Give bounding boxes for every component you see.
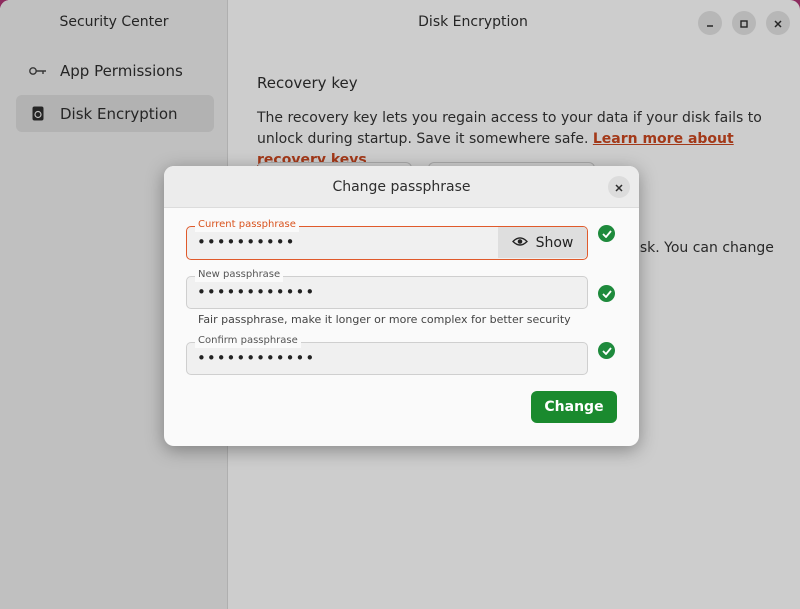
checkmark-icon — [598, 285, 615, 302]
change-passphrase-dialog: Change passphrase Current passphrase •••… — [164, 166, 639, 446]
show-label: Show — [535, 234, 574, 251]
field-value: •••••••••••• — [197, 349, 316, 367]
field-label: New passphrase — [195, 268, 284, 282]
new-passphrase-field[interactable]: New passphrase •••••••••••• — [186, 268, 588, 309]
change-button[interactable]: Change — [531, 391, 617, 423]
show-passphrase-button[interactable]: Show — [498, 227, 587, 258]
dialog-close-button[interactable] — [608, 176, 630, 198]
close-icon — [614, 178, 624, 197]
eye-icon — [511, 235, 528, 251]
field-label: Current passphrase — [195, 218, 299, 232]
field-value: •••••••••• — [197, 233, 296, 251]
checkmark-icon — [598, 342, 615, 359]
checkmark-icon — [598, 225, 615, 242]
passphrase-strength-hint: Fair passphrase, make it longer or more … — [198, 313, 571, 326]
field-value: •••••••••••• — [197, 283, 316, 301]
field-label: Confirm passphrase — [195, 334, 301, 348]
current-passphrase-field[interactable]: Current passphrase •••••••••• Show — [186, 218, 588, 260]
dialog-title: Change passphrase — [332, 179, 471, 195]
security-center-window: Security Center App Permissions Disk Enc… — [0, 0, 800, 609]
confirm-passphrase-field[interactable]: Confirm passphrase •••••••••••• — [186, 334, 588, 375]
